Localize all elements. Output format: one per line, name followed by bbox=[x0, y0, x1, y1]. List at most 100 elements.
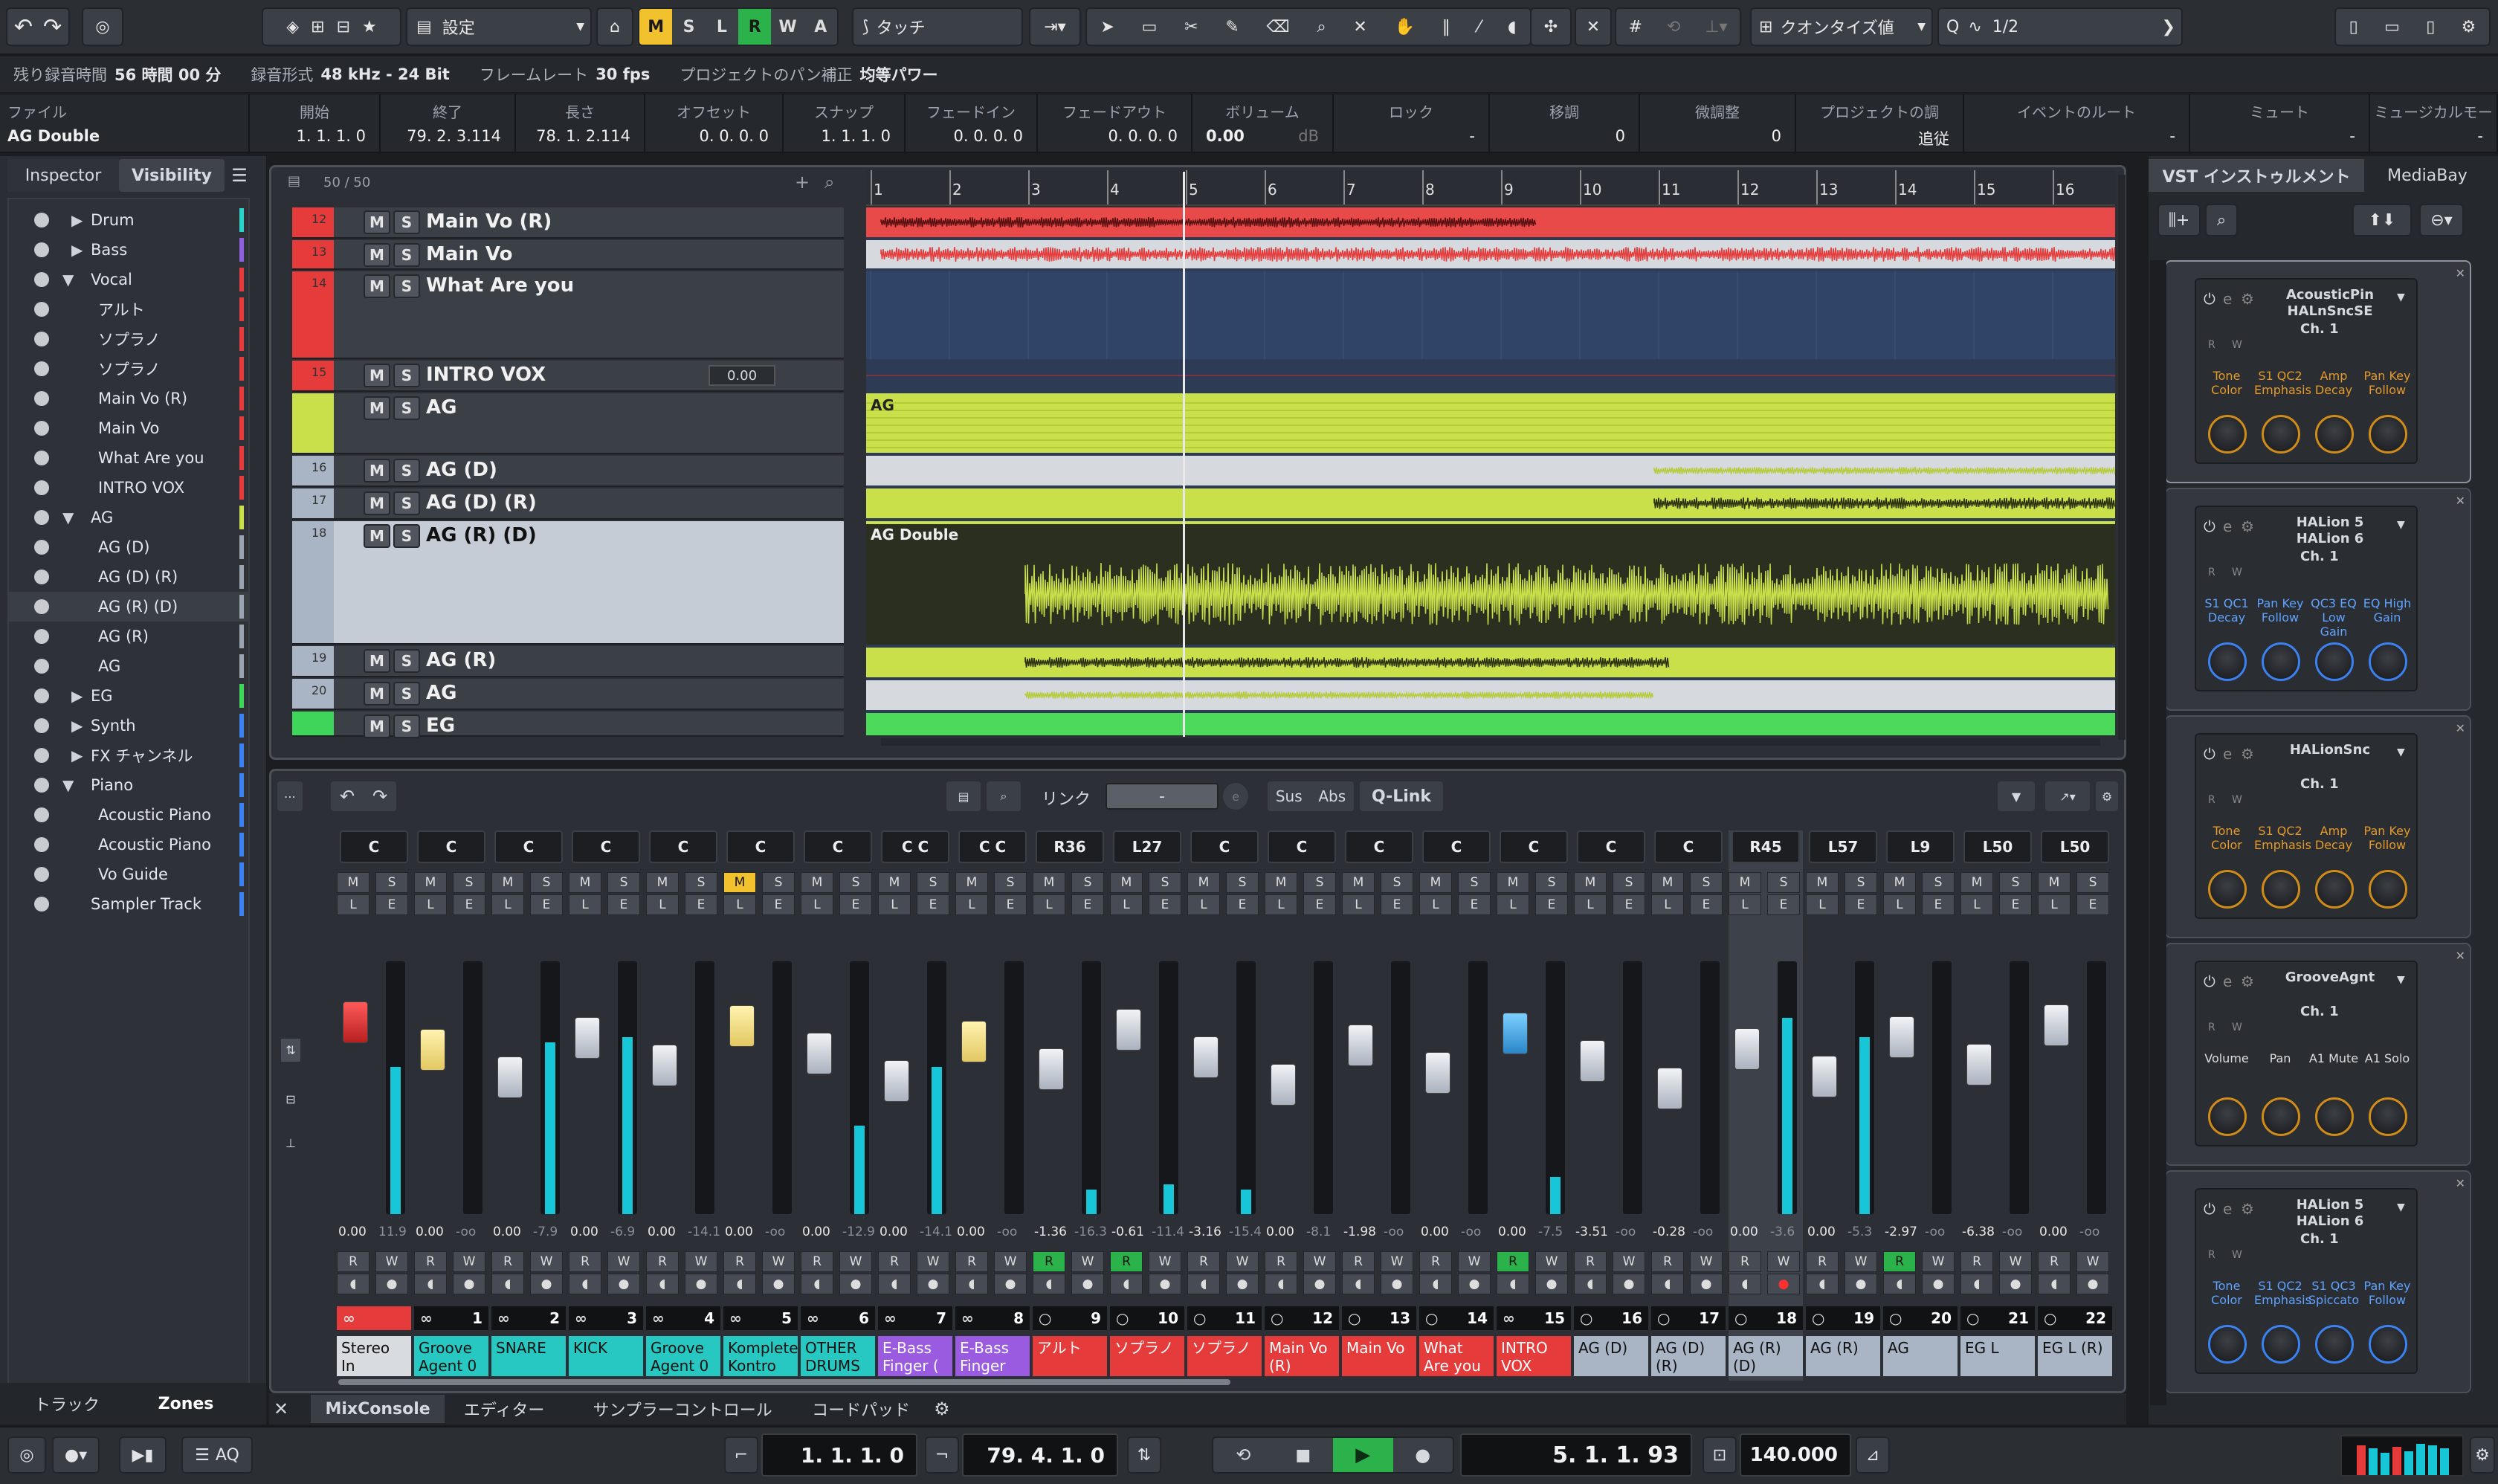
pan-control[interactable]: C bbox=[572, 830, 640, 863]
pan-control[interactable]: C bbox=[804, 830, 872, 863]
quick-control-knob[interactable] bbox=[2315, 1325, 2354, 1364]
monitor-icon[interactable]: ◖ bbox=[414, 1274, 447, 1294]
visibility-dot-icon[interactable] bbox=[34, 480, 49, 495]
record-enable-icon[interactable]: ● bbox=[1535, 1274, 1568, 1294]
track-name[interactable]: INTRO VOX bbox=[426, 364, 546, 386]
pan-control[interactable]: L50 bbox=[1963, 830, 2032, 863]
mute-button[interactable]: M bbox=[646, 872, 679, 893]
horizontal-scrollbar[interactable] bbox=[881, 738, 2100, 746]
visibility-dot-icon[interactable] bbox=[34, 599, 49, 614]
home-icon[interactable]: ⌂ bbox=[596, 7, 633, 46]
channel-name[interactable]: アルト bbox=[1033, 1336, 1107, 1376]
solo-button[interactable]: S bbox=[393, 524, 420, 548]
info-file-value[interactable]: AG Double bbox=[7, 127, 235, 145]
edit-button[interactable]: E bbox=[917, 894, 949, 915]
mute-button[interactable]: M bbox=[1960, 872, 1993, 893]
solo-button[interactable]: S bbox=[917, 872, 949, 893]
read-automation-button[interactable]: R bbox=[1497, 1251, 1529, 1272]
mute-button[interactable]: M bbox=[1033, 872, 1065, 893]
preset-menu-icon[interactable]: ⊖▾ bbox=[2419, 204, 2464, 236]
tab-inspector[interactable]: Inspector bbox=[7, 159, 119, 192]
tab-sampler-control[interactable]: サンプラーコントロール bbox=[564, 1397, 801, 1421]
link-icon[interactable]: ○ bbox=[1116, 1309, 1129, 1327]
instrument-name[interactable]: GrooveAgnt bbox=[2278, 970, 2382, 986]
info-field[interactable]: dB ボリューム 0.00 bbox=[1192, 94, 1334, 154]
mute-button[interactable]: M bbox=[569, 872, 601, 893]
visibility-dot-icon[interactable] bbox=[34, 867, 49, 882]
search-icon[interactable]: ⌕ bbox=[824, 172, 834, 193]
list-icon[interactable]: ▤ bbox=[288, 173, 300, 189]
fader-handle[interactable] bbox=[1271, 1064, 1296, 1106]
read-automation-button[interactable]: R bbox=[1806, 1251, 1839, 1272]
monitor-icon[interactable]: ◖ bbox=[569, 1274, 601, 1294]
listen-button[interactable]: L bbox=[2038, 894, 2071, 915]
link-icon[interactable]: ∞ bbox=[729, 1309, 742, 1327]
sus-button[interactable]: Sus bbox=[1276, 787, 1303, 805]
listen-button[interactable]: L bbox=[801, 894, 833, 915]
listen-button[interactable]: L bbox=[1729, 894, 1761, 915]
mute-button[interactable]: M bbox=[364, 524, 390, 548]
volume-value[interactable]: 0.00 bbox=[880, 1225, 908, 1239]
write-automation-button[interactable]: W bbox=[375, 1251, 408, 1272]
edit-button[interactable]: E bbox=[1767, 894, 1800, 915]
mute-button[interactable]: M bbox=[1110, 872, 1143, 893]
record-enable-icon[interactable]: ● bbox=[1613, 1274, 1645, 1294]
pan-control[interactable]: L50 bbox=[2041, 830, 2109, 863]
edit-e-icon[interactable]: e bbox=[2223, 1200, 2232, 1218]
pan-control[interactable]: R36 bbox=[1036, 830, 1104, 863]
visibility-dot-icon[interactable] bbox=[34, 778, 49, 793]
read-automation-button[interactable]: R bbox=[1110, 1251, 1143, 1272]
visibility-item[interactable]: AG (R) bbox=[9, 622, 248, 651]
listen-button[interactable]: L bbox=[1187, 894, 1220, 915]
record-enable-icon[interactable]: ● bbox=[607, 1274, 640, 1294]
anchor-icon[interactable]: ⊥▾ bbox=[1705, 18, 1727, 36]
info-field[interactable]: イベントのルート - bbox=[1964, 94, 2190, 154]
mute-button[interactable]: M bbox=[801, 872, 833, 893]
settings-icon[interactable]: ⚙ bbox=[2241, 517, 2254, 535]
fader-handle[interactable] bbox=[343, 1001, 368, 1043]
write-automation-button[interactable]: W bbox=[1303, 1251, 1336, 1272]
record-enable-icon[interactable]: ● bbox=[917, 1274, 949, 1294]
record-enable-icon[interactable]: ● bbox=[375, 1274, 408, 1294]
expander-closed-icon[interactable]: ▶ bbox=[71, 687, 83, 705]
add-instrument-icon[interactable]: ⫼+ bbox=[2157, 204, 2201, 236]
fader-view-icon[interactable]: ⇅ bbox=[281, 1039, 300, 1062]
mute-button[interactable]: M bbox=[1342, 872, 1375, 893]
mode-button-m[interactable]: M bbox=[639, 9, 673, 45]
monitor-icon[interactable]: ◖ bbox=[491, 1274, 524, 1294]
record-enable-icon[interactable]: ● bbox=[1149, 1274, 1181, 1294]
listen-button[interactable]: L bbox=[1574, 894, 1607, 915]
instrument-name[interactable]: HALion 5 HALion 6 bbox=[2278, 1197, 2382, 1230]
read-automation-button[interactable]: R bbox=[1960, 1251, 1993, 1272]
visibility-item[interactable]: アルト bbox=[9, 294, 248, 324]
constrain-delay-icon[interactable]: ◎ bbox=[82, 7, 123, 46]
volume-value[interactable]: 0.00 bbox=[1498, 1225, 1526, 1239]
info-field[interactable]: 微調整 0 bbox=[1640, 94, 1796, 154]
volume-value[interactable]: -3.16 bbox=[1189, 1225, 1221, 1239]
monitor-icon[interactable]: ◖ bbox=[1033, 1274, 1065, 1294]
write-automation-button[interactable]: W bbox=[839, 1251, 872, 1272]
visibility-item[interactable]: ▶ Synth bbox=[9, 711, 248, 741]
visibility-item[interactable]: ▼ Piano bbox=[9, 770, 248, 800]
volume-value[interactable]: 0.00 bbox=[570, 1225, 598, 1239]
visibility-item[interactable]: AG bbox=[9, 651, 248, 681]
tab-zones[interactable]: Zones bbox=[134, 1395, 238, 1413]
listen-button[interactable]: L bbox=[1419, 894, 1452, 915]
visibility-dot-icon[interactable] bbox=[34, 213, 49, 228]
record-enable-icon[interactable]: ● bbox=[1458, 1274, 1491, 1294]
cycle-icon[interactable]: ⟲ bbox=[1213, 1438, 1274, 1472]
left-locator-icon[interactable]: ⌐ bbox=[724, 1436, 758, 1474]
listen-button[interactable]: L bbox=[1883, 894, 1916, 915]
power-icon[interactable]: ⏻ bbox=[2204, 517, 2215, 535]
listen-button[interactable]: L bbox=[723, 894, 756, 915]
track-header[interactable]: 12 M S Main Vo (R) bbox=[292, 207, 844, 239]
tab-mixconsole[interactable]: MixConsole bbox=[311, 1395, 445, 1423]
track-header[interactable]: M S EG bbox=[292, 712, 844, 738]
edit-button[interactable]: E bbox=[1458, 894, 1491, 915]
monitor-icon[interactable]: ◖ bbox=[1574, 1274, 1607, 1294]
visibility-dot-icon[interactable] bbox=[34, 659, 49, 674]
pan-control[interactable]: C bbox=[726, 830, 795, 863]
record-enable-icon[interactable]: ● bbox=[1999, 1274, 2032, 1294]
quick-control-knob[interactable] bbox=[2262, 642, 2300, 681]
visibility-dot-icon[interactable] bbox=[34, 540, 49, 555]
